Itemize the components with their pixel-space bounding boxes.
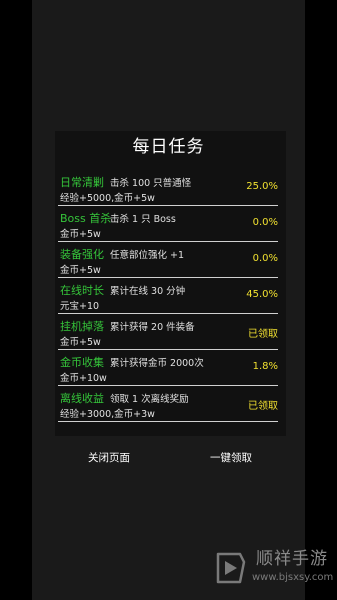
task-description: 任意部位强化 +1: [110, 250, 185, 261]
task-reward: 金币+10w: [60, 373, 107, 384]
task-description: 击杀 100 只普通怪: [110, 178, 192, 189]
task-reward: 经验+3000,金币+3w: [60, 409, 155, 420]
task-name: 日常清剿: [60, 176, 104, 189]
task-name: 离线收益: [60, 392, 104, 405]
claim-all-button[interactable]: 一键领取: [210, 450, 252, 465]
task-name: Boss 首杀: [60, 212, 112, 225]
task-row: 在线时长 累计在线 30 分钟 元宝+10 45.0%: [58, 278, 278, 314]
dialog-title: 每日任务: [132, 137, 205, 157]
task-row: Boss 首杀 击杀 1 只 Boss 金币+5w 0.0%: [58, 206, 278, 242]
task-row: 挂机掉落 累计获得 20 件装备 金币+5w 已领取: [58, 314, 278, 350]
task-description: 累计在线 30 分钟: [110, 286, 186, 297]
task-row: 装备强化 任意部位强化 +1 金币+5w 0.0%: [58, 242, 278, 278]
task-description: 领取 1 次离线奖励: [110, 394, 189, 405]
task-status: 已领取: [248, 329, 278, 340]
task-status: 已领取: [248, 401, 278, 412]
task-description: 击杀 1 只 Boss: [110, 214, 176, 225]
task-name: 装备强化: [60, 248, 104, 261]
task-reward: 金币+5w: [60, 337, 101, 348]
watermark: 顺祥手游 www.bjsxsy.com: [210, 540, 334, 592]
task-reward: 金币+5w: [60, 265, 101, 276]
task-status: 1.8%: [252, 361, 278, 372]
watermark-name: 顺祥手游: [256, 549, 328, 569]
task-row: 离线收益 领取 1 次离线奖励 经验+3000,金币+3w 已领取: [58, 386, 278, 422]
task-row: 日常清剿 击杀 100 只普通怪 经验+5000,金币+5w 25.0%: [58, 170, 278, 206]
task-reward: 经验+5000,金币+5w: [60, 193, 155, 204]
task-name: 金币收集: [60, 356, 104, 369]
task-list: 日常清剿 击杀 100 只普通怪 经验+5000,金币+5w 25.0% Bos…: [58, 170, 278, 422]
task-reward: 元宝+10: [60, 301, 100, 312]
task-description: 累计获得金币 2000次: [110, 358, 204, 369]
task-reward: 金币+5w: [60, 229, 101, 240]
watermark-logo-icon: [216, 552, 246, 584]
task-name: 挂机掉落: [60, 320, 104, 333]
task-row: 金币收集 累计获得金币 2000次 金币+10w 1.8%: [58, 350, 278, 386]
task-status: 45.0%: [246, 289, 278, 300]
task-status: 25.0%: [246, 181, 278, 192]
watermark-url: www.bjsxsy.com: [252, 572, 334, 583]
task-description: 累计获得 20 件装备: [110, 322, 195, 333]
close-page-button[interactable]: 关闭页面: [88, 450, 130, 465]
task-status: 0.0%: [252, 253, 278, 264]
task-name: 在线时长: [60, 284, 104, 297]
task-status: 0.0%: [252, 217, 278, 228]
